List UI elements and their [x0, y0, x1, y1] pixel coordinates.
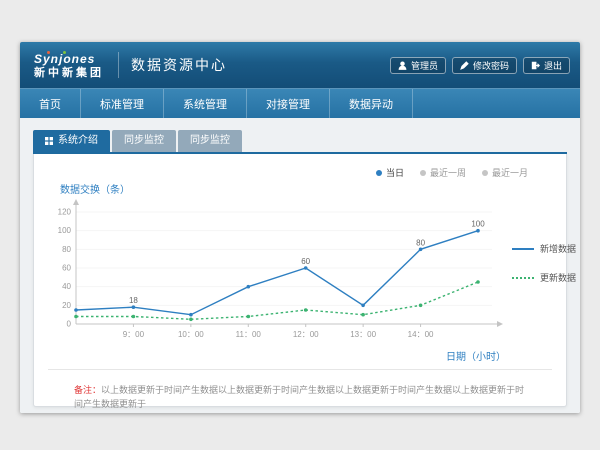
- svg-text:9：00: 9：00: [123, 330, 145, 339]
- logo[interactable]: Synjones 新中新集团: [30, 51, 106, 79]
- main-nav: 首页 标准管理 系统管理 对接管理 数据异动: [20, 88, 580, 118]
- series-legend: 新增数据 更新数据: [508, 198, 576, 363]
- panel-divider: [48, 369, 552, 370]
- filter-label-last-month: 最近一月: [492, 166, 528, 179]
- filter-item-0[interactable]: 当日: [376, 166, 404, 179]
- change-password-button[interactable]: 修改密码: [452, 57, 517, 74]
- legend-label-updated-data: 更新数据: [540, 271, 576, 284]
- nav-item-connect-mgmt-label: 对接管理: [266, 96, 310, 112]
- legend-item-new-data[interactable]: 新增数据: [512, 242, 576, 255]
- change-password-label: 修改密码: [473, 59, 509, 72]
- logo-dot-red-icon: [47, 51, 50, 54]
- logout-icon: [531, 61, 540, 70]
- footnote-label: 备注：: [74, 385, 101, 395]
- y-axis-title: 数据交换（条）: [60, 181, 554, 196]
- chart-row: 0 20 40 60 80 100 120 9：00 10：00 11：00 12：00 13：00 1…: [46, 198, 554, 363]
- nav-item-standard-mgmt[interactable]: 标准管理: [81, 89, 164, 118]
- grid-icon: [45, 137, 53, 145]
- filter-item-2[interactable]: 最近一月: [482, 166, 528, 179]
- time-filter-legend: 当日 最近一周 最近一月: [46, 166, 528, 179]
- filter-dot-2: [482, 170, 488, 176]
- logo-dot-green-icon: [63, 51, 66, 54]
- nav-item-system-mgmt[interactable]: 系统管理: [164, 89, 247, 118]
- logo-subtext: 新中新集团: [34, 67, 104, 79]
- nav-item-data-change[interactable]: 数据异动: [330, 89, 413, 118]
- chart-column: 0 20 40 60 80 100 120 9：00 10：00 11：00 12：00 13：00 1…: [46, 198, 508, 363]
- exchange-line-chart: 0 20 40 60 80 100 120 9：00 10：00 11：00 12：00 13：00 1…: [46, 198, 508, 356]
- svg-text:13：00: 13：00: [350, 330, 376, 339]
- header-divider: [118, 52, 119, 78]
- legend-item-updated-data[interactable]: 更新数据: [512, 271, 576, 284]
- footnote: 备注：以上数据更新于时间产生数据以上数据更新于时间产生数据以上数据更新于时间产生…: [46, 383, 554, 412]
- svg-text:60: 60: [301, 257, 310, 266]
- svg-text:18: 18: [129, 296, 138, 305]
- nav-item-standard-mgmt-label: 标准管理: [100, 96, 144, 112]
- svg-text:12：00: 12：00: [293, 330, 319, 339]
- svg-text:100: 100: [471, 220, 485, 229]
- header-actions: 管理员 修改密码 退出: [390, 57, 570, 74]
- logo-text: Synjones: [34, 53, 104, 66]
- tab-sync-monitor-2[interactable]: 同步监控: [178, 130, 242, 152]
- app-window: Synjones 新中新集团 数据资源中心 管理员 修改密码: [20, 42, 580, 413]
- content-area: 系统介绍 同步监控 同步监控 当日 最近一周: [20, 118, 580, 413]
- tab-system-intro[interactable]: 系统介绍: [33, 130, 110, 152]
- logout-label: 退出: [544, 59, 562, 72]
- tab-sync-monitor-1[interactable]: 同步监控: [112, 130, 176, 152]
- svg-text:40: 40: [62, 282, 71, 291]
- page-title: 数据资源中心: [131, 55, 227, 75]
- svg-text:10：00: 10：00: [178, 330, 204, 339]
- nav-item-home-label: 首页: [39, 96, 61, 112]
- nav-item-connect-mgmt[interactable]: 对接管理: [247, 89, 330, 118]
- nav-item-home[interactable]: 首页: [20, 89, 81, 118]
- pencil-icon: [460, 61, 469, 70]
- tab-sync-monitor-2-label: 同步监控: [190, 130, 230, 152]
- filter-item-1[interactable]: 最近一周: [420, 166, 466, 179]
- svg-text:14：00: 14：00: [408, 330, 434, 339]
- header: Synjones 新中新集团 数据资源中心 管理员 修改密码: [20, 42, 580, 88]
- tab-sync-monitor-1-label: 同步监控: [124, 130, 164, 152]
- chart-panel: 当日 最近一周 最近一月 数据交换（条） 0 20 40 60 80 100 120 9：00…: [33, 154, 567, 407]
- filter-dot-1: [420, 170, 426, 176]
- svg-text:120: 120: [58, 208, 72, 217]
- filter-label-last-week: 最近一周: [430, 166, 466, 179]
- tab-system-intro-label: 系统介绍: [58, 130, 98, 152]
- nav-item-data-change-label: 数据异动: [349, 96, 393, 112]
- user-icon: [398, 61, 407, 70]
- filter-label-today: 当日: [386, 166, 404, 179]
- series-sample-1: [512, 277, 534, 279]
- logout-button[interactable]: 退出: [523, 57, 570, 74]
- svg-text:60: 60: [62, 264, 71, 273]
- admin-user-label: 管理员: [411, 59, 438, 72]
- tab-bar: 系统介绍 同步监控 同步监控: [33, 130, 567, 152]
- nav-item-system-mgmt-label: 系统管理: [183, 96, 227, 112]
- svg-text:0: 0: [67, 320, 72, 329]
- svg-text:80: 80: [416, 238, 425, 247]
- legend-label-new-data: 新增数据: [540, 242, 576, 255]
- svg-text:11：00: 11：00: [236, 330, 262, 339]
- series-sample-0: [512, 248, 534, 250]
- svg-text:100: 100: [58, 226, 72, 235]
- filter-dot-0: [376, 170, 382, 176]
- svg-text:80: 80: [62, 245, 71, 254]
- svg-text:20: 20: [62, 301, 71, 310]
- footnote-text: 以上数据更新于时间产生数据以上数据更新于时间产生数据以上数据更新于时间产生数据以…: [74, 385, 524, 409]
- admin-user-button[interactable]: 管理员: [390, 57, 446, 74]
